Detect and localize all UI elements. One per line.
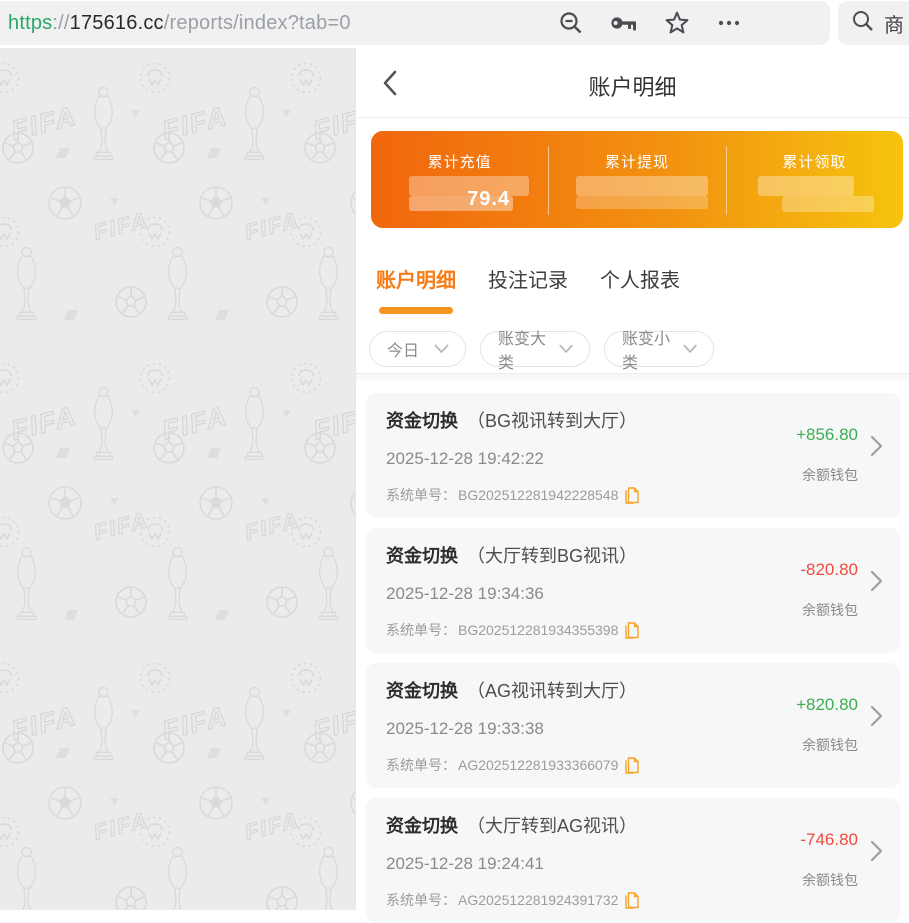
more-icon[interactable] [716,10,742,36]
chevron-right-icon[interactable] [870,705,883,732]
redaction-blur [576,196,709,209]
filter-minor-type-dropdown[interactable]: 账变小类 [604,331,714,372]
url-path: /reports/index?tab=0 [163,11,351,34]
amount: -746.80 [800,830,858,849]
copy-icon[interactable] [625,756,640,774]
transaction-order: 系统单号： AG202512281933366079 [386,755,640,775]
list-top-shadow [356,374,909,384]
copy-icon[interactable] [625,486,640,504]
page-title: 账户明细 [588,75,677,100]
transaction-order: 系统单号： AG202512281924391732 [386,890,640,910]
transaction-title: 资金切换 （大厅转到AG视讯） [386,812,637,838]
chevron-down-icon [559,344,573,353]
redaction-blur [781,196,874,212]
redaction-blur [409,196,513,211]
page-url: https://175616.cc/reports/index?tab=0 [8,11,351,34]
order-label: 系统单号： [386,487,456,503]
url-protocol: https [8,11,53,34]
transaction-desc: （BG视讯转到大厅） [467,411,638,431]
redaction-blur [576,176,709,196]
zoom-out-icon[interactable] [558,10,584,36]
amount: +856.80 [796,425,858,444]
order-number: BG202512281934355398 [458,622,619,638]
transaction-title: 资金切换 （大厅转到BG视讯） [386,542,637,568]
transaction-time: 2025-12-28 19:33:38 [386,719,544,738]
chevron-right-icon[interactable] [870,570,883,597]
tab-account-detail[interactable]: 账户明细 [376,264,456,314]
chevron-right-icon[interactable] [870,435,883,462]
order-number: BG202512281942228548 [458,487,619,503]
amount: -820.80 [800,560,858,579]
transaction-order: 系统单号： BG202512281942228548 [386,485,640,505]
transaction-order: 系统单号： BG202512281934355398 [386,620,640,640]
key-icon[interactable] [610,11,638,35]
fifa-watermark-background: FIFA FIFA [0,48,355,910]
chevron-down-icon [434,344,449,353]
search-icon [851,9,875,38]
transaction-card[interactable]: 资金切换 （大厅转到BG视讯） 2025-12-28 19:34:36 系统单号：… [366,528,900,653]
tab-bet-records[interactable]: 投注记录 [488,264,568,314]
transaction-type: 资金切换 [386,681,458,701]
transaction-card[interactable]: 资金切换 （AG视讯转到大厅） 2025-12-28 19:33:38 系统单号：… [366,663,900,788]
url-domain: 175616.cc [69,11,164,34]
page-header: 账户明细 [356,48,909,118]
transaction-time: 2025-12-28 19:24:41 [386,854,544,873]
summary-total-claimed: 累计领取 [725,131,903,228]
report-page: 账户明细 累计充值 79.4 累计提现 累计领取 账户明细 投注记录 个人报表 … [355,48,909,923]
summary-total-withdraw: 累计提现 [548,131,725,228]
order-label: 系统单号： [386,757,456,773]
transaction-time: 2025-12-28 19:42:22 [386,449,544,468]
star-icon[interactable] [664,10,690,36]
copy-icon[interactable] [625,891,640,909]
transaction-desc: （大厅转到BG视讯） [467,546,638,566]
transaction-list: 资金切换 （BG视讯转到大厅） 2025-12-28 19:42:22 系统单号：… [356,384,909,923]
summary-card: 累计充值 79.4 累计提现 累计领取 [371,131,903,228]
wallet-label: 余额钱包 [802,467,858,483]
filter-bar: 今日 账变大类 账变小类 [356,314,909,374]
transaction-type: 资金切换 [386,816,458,836]
redaction-blur [409,176,529,196]
transaction-title: 资金切换 （BG视讯转到大厅） [386,407,637,433]
browser-address-bar: https://175616.cc/reports/index?tab=0 商 [0,0,909,48]
transaction-title: 资金切换 （AG视讯转到大厅） [386,677,637,703]
transaction-time: 2025-12-28 19:34:36 [386,584,544,603]
side-search-text: 商 [884,14,904,37]
transaction-card[interactable]: 资金切换 （大厅转到AG视讯） 2025-12-28 19:24:41 系统单号：… [366,798,900,923]
wallet-label: 余额钱包 [802,602,858,618]
transaction-desc: （AG视讯转到大厅） [467,681,638,701]
transaction-type: 资金切换 [386,546,458,566]
tab-personal-report[interactable]: 个人报表 [600,264,680,314]
order-number: AG202512281933366079 [458,757,619,773]
order-label: 系统单号： [386,622,456,638]
redaction-blur [757,176,854,196]
order-label: 系统单号： [386,892,456,908]
chevron-right-icon[interactable] [870,840,883,867]
transaction-desc: （大厅转到AG视讯） [467,816,638,836]
transaction-type: 资金切换 [386,411,458,431]
chevron-down-icon [683,344,697,353]
filter-major-type-dropdown[interactable]: 账变大类 [480,331,590,372]
copy-icon[interactable] [625,621,640,639]
report-tabs: 账户明细 投注记录 个人报表 [356,228,909,314]
summary-total-deposit: 累计充值 79.4 [371,131,548,228]
transaction-card[interactable]: 资金切换 （BG视讯转到大厅） 2025-12-28 19:42:22 系统单号：… [366,393,900,518]
wallet-label: 余额钱包 [802,872,858,888]
side-search-box[interactable]: 商 [838,1,909,45]
filter-date-dropdown[interactable]: 今日 [369,331,466,367]
order-number: AG202512281924391732 [458,892,619,908]
url-omnibox[interactable]: https://175616.cc/reports/index?tab=0 [0,1,830,45]
amount: +820.80 [796,695,858,714]
wallet-label: 余额钱包 [802,737,858,753]
